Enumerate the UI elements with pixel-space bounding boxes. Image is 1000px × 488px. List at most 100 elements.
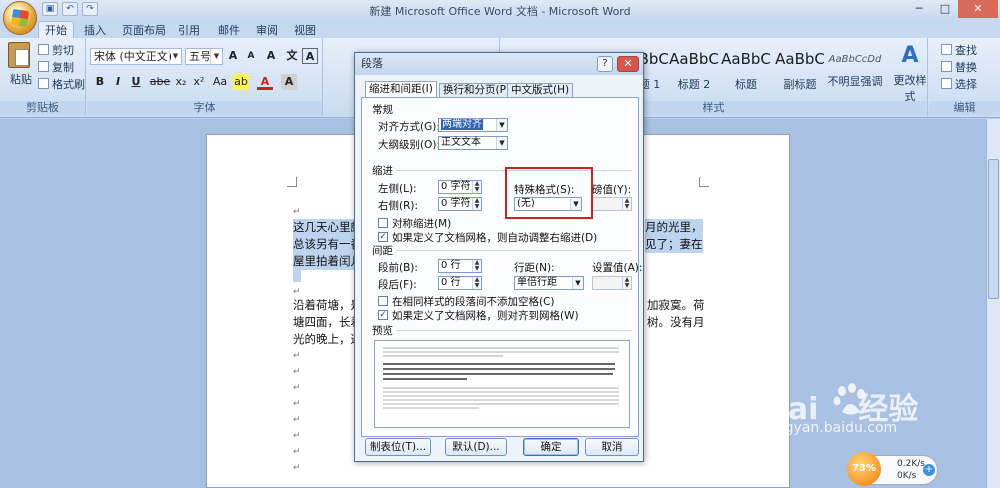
- style-heading2[interactable]: AaBbC 标题 2: [668, 44, 720, 96]
- tab-mailings[interactable]: 邮件: [218, 22, 240, 38]
- tab-insert[interactable]: 插入: [84, 22, 106, 38]
- crop-mark: [699, 177, 709, 187]
- minimize-button[interactable]: ─: [906, 0, 932, 18]
- spacing-before-value: 0 行: [441, 260, 461, 271]
- mirror-indents-checkbox[interactable]: [378, 218, 388, 228]
- style-sample: AaBbC: [721, 50, 771, 68]
- dialog-close-button[interactable]: ✕: [617, 56, 639, 72]
- network-monitor[interactable]: 73% 0.2K/s 0K/s +: [847, 452, 938, 486]
- plus-icon[interactable]: +: [923, 464, 935, 476]
- indent-right-spinner[interactable]: 0 字符 ▲ ▼: [438, 197, 482, 211]
- tab-view[interactable]: 视图: [294, 22, 316, 38]
- preview-header: 预览: [372, 325, 393, 337]
- bold-button[interactable]: B: [92, 74, 108, 90]
- format-painter-label: 格式刷: [52, 78, 85, 91]
- tab-review[interactable]: 审阅: [256, 22, 278, 38]
- spacing-before-spinner[interactable]: 0 行 ▲ ▼: [438, 259, 482, 273]
- font-name-value: 宋体 (中文正文): [94, 50, 173, 63]
- at-label: 设置值(A):: [592, 262, 643, 274]
- outline-level-select[interactable]: 正文文本 ▼: [438, 136, 508, 150]
- tab-page-layout[interactable]: 页面布局: [122, 22, 166, 38]
- clear-format-button[interactable]: A: [263, 48, 279, 64]
- paragraph-mark: ↵: [293, 463, 301, 473]
- strikethrough-button[interactable]: abe: [149, 74, 171, 90]
- scrollbar-thumb[interactable]: [988, 159, 999, 299]
- redo-icon[interactable]: ↷: [82, 2, 98, 16]
- ribbon-tabs: 开始 插入 页面布局 引用 邮件 审阅 视图: [0, 20, 1000, 38]
- dialog-body: 常规 对齐方式(G): 两端对齐 ▼ 大纲级别(O): 正文文本 ▼ 缩进 左侧(L…: [361, 97, 643, 437]
- snap-grid-checkbox[interactable]: ✓: [378, 310, 388, 320]
- style-subtle-emphasis[interactable]: AaBbCcDd 不明显强调: [826, 44, 884, 96]
- scissors-icon: [38, 44, 49, 55]
- italic-button[interactable]: I: [110, 74, 126, 90]
- subscript-button[interactable]: x₂: [173, 74, 189, 90]
- preview-line: [383, 395, 619, 397]
- spacing-after-spinner[interactable]: 0 行 ▲ ▼: [438, 276, 482, 290]
- underline-button[interactable]: U: [128, 74, 144, 90]
- cancel-button[interactable]: 取消: [585, 438, 639, 456]
- font-size-combo[interactable]: 五号 ▼: [185, 48, 223, 65]
- tabs-button[interactable]: 制表位(T)...: [365, 438, 431, 456]
- preview-line: [383, 399, 619, 401]
- line-spacing-select[interactable]: 单倍行距 ▼: [514, 276, 584, 290]
- spacing-before-label: 段前(B):: [378, 262, 418, 274]
- preview-line: [383, 355, 503, 357]
- set-default-button[interactable]: 默认(D)...: [445, 438, 507, 456]
- spacing-after-value: 0 行: [441, 277, 461, 288]
- general-header: 常规: [372, 104, 393, 116]
- font-name-combo[interactable]: 宋体 (中文正文) ▼: [90, 48, 182, 65]
- tab-asian-typography[interactable]: 中文版式(H): [507, 83, 574, 98]
- para2-line2: 塘四面，长着: [293, 315, 362, 329]
- change-styles-button[interactable]: 更改样式: [892, 72, 928, 104]
- tab-references[interactable]: 引用: [178, 22, 200, 38]
- indent-left-spinner[interactable]: 0 字符 ▲ ▼: [438, 180, 482, 194]
- tab-line-page-breaks[interactable]: 换行和分页(P): [439, 83, 515, 98]
- copy-button[interactable]: 复制: [38, 59, 74, 75]
- ok-button[interactable]: 确定: [523, 438, 579, 456]
- change-case-button[interactable]: Aa: [209, 74, 231, 90]
- spin-arrows-icon: ▲ ▼: [472, 181, 481, 193]
- char-shading-button[interactable]: A: [281, 74, 297, 90]
- superscript-button[interactable]: x²: [191, 74, 207, 90]
- tab-indents-spacing[interactable]: 缩进和间距(I): [365, 81, 437, 98]
- grow-font-button[interactable]: A: [225, 48, 241, 64]
- auto-adjust-checkbox[interactable]: ✓: [378, 232, 388, 242]
- paste-icon[interactable]: [8, 42, 30, 68]
- paragraph-mark: ↵: [293, 383, 301, 393]
- preview-line: [383, 373, 613, 375]
- alignment-label: 对齐方式(G):: [378, 121, 440, 133]
- maximize-button[interactable]: □: [932, 0, 958, 18]
- at-spinner[interactable]: ▲ ▼: [592, 276, 632, 290]
- alignment-select[interactable]: 两端对齐 ▼: [438, 118, 508, 132]
- office-button[interactable]: [3, 1, 37, 35]
- cut-button[interactable]: 剪切: [38, 42, 74, 58]
- window-title: 新建 Microsoft Office Word 文档 - Microsoft …: [369, 5, 631, 18]
- tab-home[interactable]: 开始: [38, 21, 74, 38]
- highlight-button[interactable]: ab: [233, 74, 249, 90]
- save-icon[interactable]: ▣: [42, 2, 58, 16]
- divider: [396, 250, 632, 251]
- vertical-scrollbar[interactable]: [986, 119, 1000, 488]
- select-button[interactable]: 选择: [941, 76, 977, 92]
- by-spinner[interactable]: ▲ ▼: [592, 197, 632, 211]
- para1-end: [293, 270, 301, 282]
- shrink-font-button[interactable]: A: [243, 48, 259, 64]
- copy-label: 复制: [52, 61, 74, 74]
- style-subtitle[interactable]: AaBbC 副标题: [774, 44, 826, 96]
- format-painter-button[interactable]: 格式刷: [38, 76, 85, 92]
- style-title[interactable]: AaBbC 标题: [720, 44, 772, 96]
- paragraph-mark: ↵: [293, 351, 301, 361]
- undo-icon[interactable]: ↶: [62, 2, 78, 16]
- find-button[interactable]: 查找: [941, 42, 977, 58]
- download-rate: 0K/s: [897, 471, 917, 481]
- replace-button[interactable]: 替换: [941, 59, 977, 75]
- help-button[interactable]: ?: [597, 56, 613, 72]
- style-name: 标题: [735, 78, 757, 91]
- char-border-button[interactable]: A: [302, 48, 318, 64]
- paste-button[interactable]: 粘贴: [10, 71, 32, 87]
- font-color-button[interactable]: A: [257, 74, 273, 90]
- no-space-checkbox[interactable]: [378, 296, 388, 306]
- wen-button[interactable]: 文: [284, 48, 300, 64]
- close-button[interactable]: ✕: [958, 0, 998, 18]
- snap-grid-label: 如果定义了文档网格，则对齐到网格(W): [392, 310, 579, 322]
